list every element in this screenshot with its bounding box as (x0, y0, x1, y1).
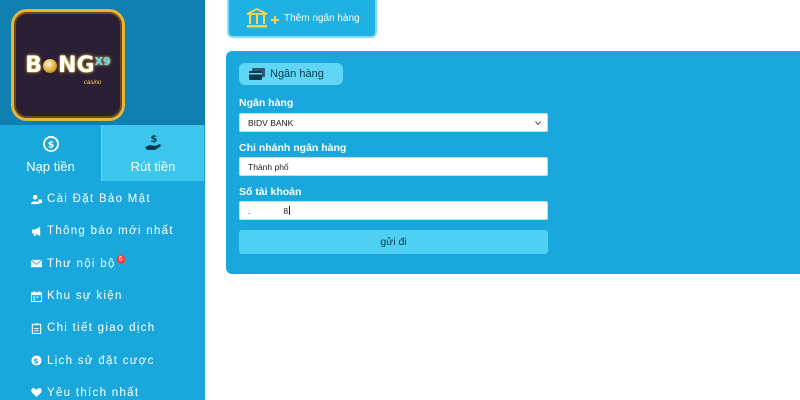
menu-item-label: Thông báo mới nhất (47, 225, 174, 238)
bank-field-label: Ngân hàng (239, 97, 294, 109)
bank-select-value: BIDV BANK (248, 117, 294, 128)
brand-logo[interactable]: B NGX9 casino (11, 9, 125, 121)
branch-input[interactable]: Thành phố (239, 157, 548, 176)
bank-tag: Ngân hàng (239, 63, 343, 85)
deposit-tab[interactable]: $ Nạp tiền (0, 125, 102, 181)
heart-icon (31, 388, 42, 398)
menu-item-label: Yêu thích nhất (47, 386, 140, 399)
add-bank-label: Thêm ngân hàng (284, 12, 360, 24)
submit-label: gửi đi (380, 236, 407, 248)
menu-item-label: Lịch sử đặt cược (47, 354, 155, 367)
branch-input-value: Thành phố (248, 161, 289, 172)
menu-item-transactions[interactable]: Chi tiết giao dịch (0, 312, 205, 344)
sidebar-menu: Cài Đặt Bảo Mật Thông báo mới nhất Thư n… (0, 183, 205, 400)
unread-badge: 6 (116, 255, 125, 265)
menu-item-label: Cài Đặt Bảo Mật (47, 193, 151, 206)
megaphone-icon (31, 226, 41, 237)
menu-item-bet-history[interactable]: $ Lịch sử đặt cược (0, 344, 205, 376)
logo-area: B NGX9 casino (0, 0, 205, 125)
bank-card-icon (249, 68, 265, 80)
add-bank-button[interactable]: Thêm ngân hàng (227, 0, 377, 38)
user-lock-icon (31, 194, 42, 204)
menu-item-label: Thư nội bộ (47, 257, 116, 270)
withdraw-bank-page: B NGX9 casino $ Nạp tiền $ Rút tiền Cài Đ… (0, 0, 800, 400)
bank-form-panel: Ngân hàng Ngân hàng BIDV BANK Chi nhánh … (226, 51, 800, 274)
deposit-label: Nạp tiền (26, 158, 75, 174)
menu-item-events[interactable]: Khu sự kiện (0, 280, 205, 312)
account-field-label: Số tài khoản (239, 186, 302, 198)
text-caret (289, 206, 291, 215)
bank-add-icon (246, 7, 279, 28)
bank-select[interactable]: BIDV BANK (239, 113, 548, 132)
account-number-value: . 8 (248, 205, 289, 216)
logo-text: B NGX9 (25, 52, 111, 78)
chevron-down-icon (535, 121, 541, 126)
clipboard-icon (31, 323, 42, 334)
withdraw-tab[interactable]: $ Rút tiền (102, 125, 204, 181)
logo-x9: X9 (94, 54, 111, 68)
sidebar: B NGX9 casino $ Nạp tiền $ Rút tiền Cài Đ… (0, 0, 205, 400)
money-tabs: $ Nạp tiền $ Rút tiền (0, 125, 205, 181)
branch-field-label: Chi nhánh ngân hàng (239, 142, 347, 154)
envelope-icon (31, 259, 42, 268)
submit-button[interactable]: gửi đi (239, 230, 548, 254)
hand-dollar-icon: $ (145, 134, 161, 150)
svg-text:$: $ (47, 140, 53, 150)
logo-coin-icon (43, 58, 58, 73)
menu-item-inbox[interactable]: Thư nội bộ 6 (0, 248, 205, 280)
money-bag-icon: $ (42, 135, 59, 152)
account-number-input[interactable]: . 8 (239, 201, 548, 220)
calendar-icon (31, 290, 42, 302)
svg-text:$: $ (151, 134, 158, 145)
svg-text:$: $ (33, 356, 39, 365)
withdraw-label: Rút tiền (130, 158, 176, 174)
menu-item-favorites[interactable]: Yêu thích nhất (0, 377, 205, 400)
bank-tag-label: Ngân hàng (270, 68, 324, 80)
menu-item-label: Chi tiết giao dịch (47, 322, 156, 335)
logo-casino: casino (84, 80, 102, 86)
dollar-circle-icon: $ (31, 355, 42, 366)
menu-item-notifications[interactable]: Thông báo mới nhất (0, 215, 205, 247)
menu-item-label: Khu sự kiện (47, 290, 123, 303)
menu-item-security[interactable]: Cài Đặt Bảo Mật (0, 183, 205, 215)
